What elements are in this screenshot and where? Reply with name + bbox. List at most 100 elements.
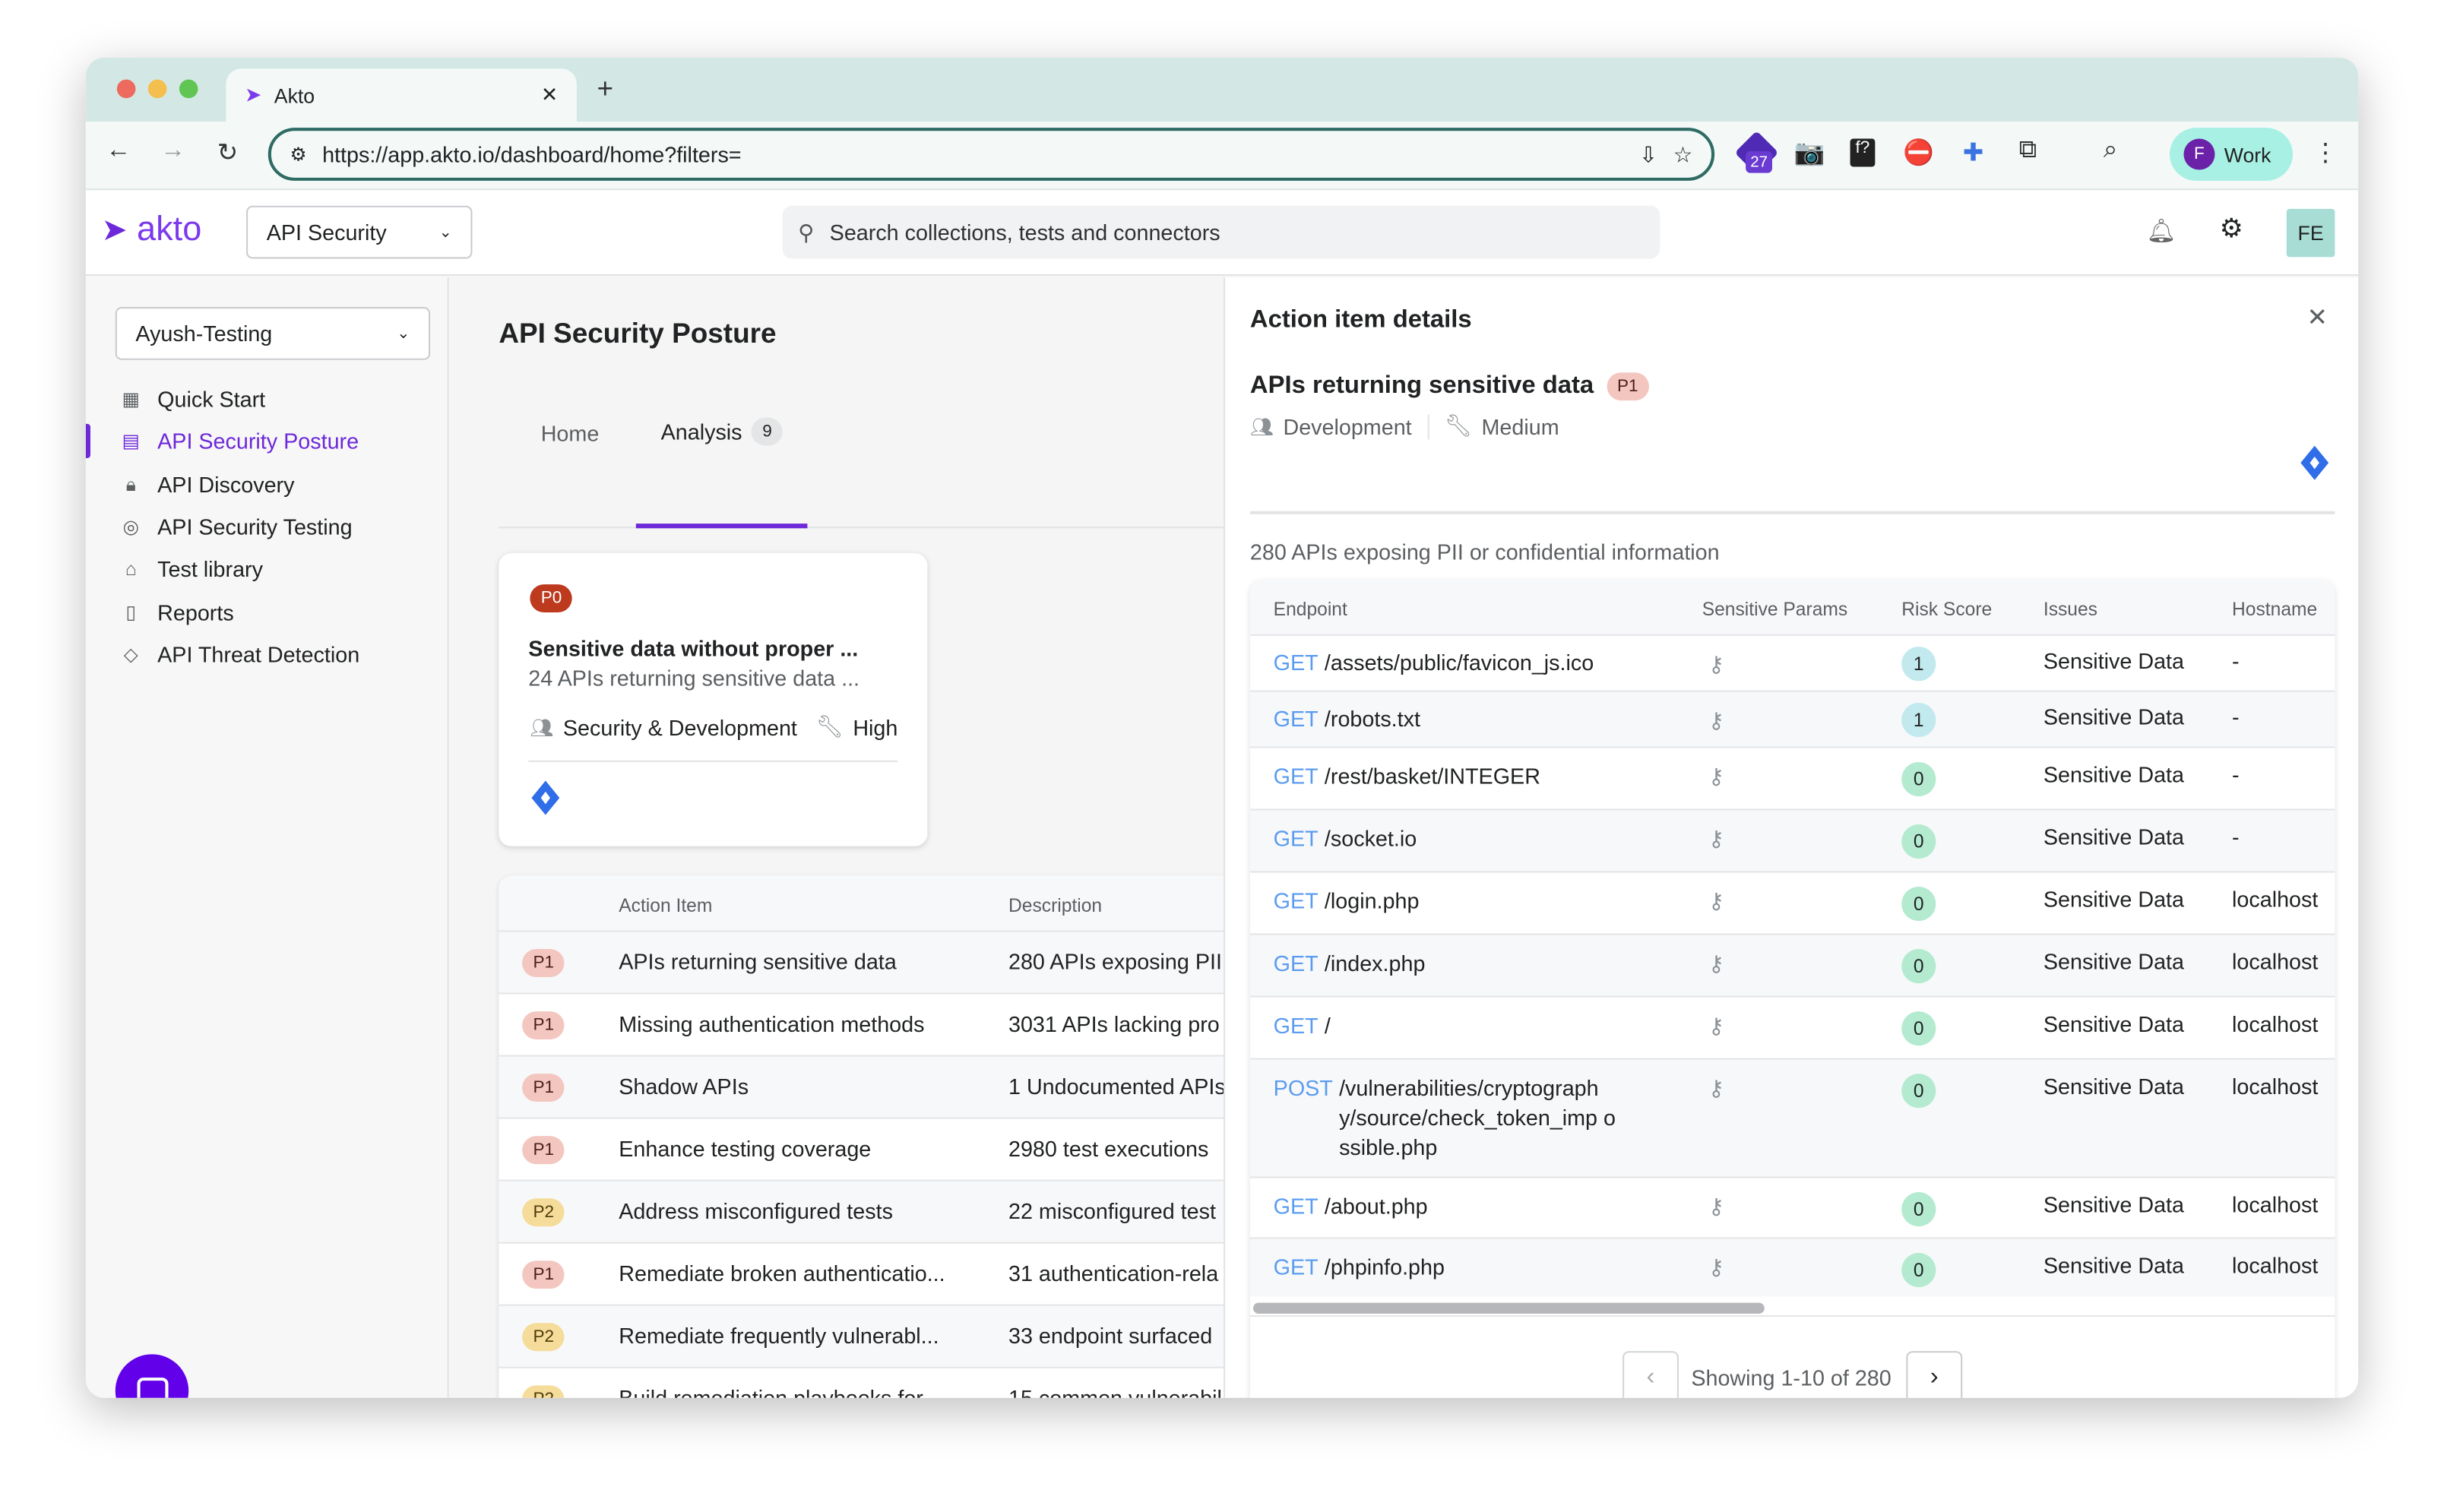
chevron-down-icon: ⌄	[438, 223, 452, 241]
tab-search-icon[interactable]: ⌕	[2093, 137, 2127, 165]
lock-icon: 🔒︎	[125, 473, 136, 495]
sidebar-item-quick-start[interactable]: ▦ Quick Start	[86, 378, 449, 419]
address-bar[interactable]: ⚙ https://app.akto.io/dashboard/home?fil…	[268, 128, 1715, 181]
sidebar-item-api-security-testing[interactable]: ◎ API Security Testing	[86, 507, 449, 547]
puzzle-extension-icon[interactable]: ✚	[1956, 137, 1990, 168]
endpoint-path[interactable]: /rest/basket/INTEGER	[1325, 762, 1605, 792]
sidebar-item-test-library[interactable]: ⌂ Test library	[86, 549, 449, 589]
key-icon: ⚷	[1708, 763, 1724, 789]
risk-score-badge: 0	[1901, 824, 1936, 859]
priority-badge: P2	[522, 1198, 565, 1227]
table-row[interactable]: P2 Remediate frequently vulnerabl... 33 …	[499, 1304, 1232, 1367]
action-card[interactable]: P0 Sensitive data without proper ... 24 …	[499, 553, 928, 846]
url-text: https://app.akto.io/dashboard/home?filte…	[322, 141, 742, 167]
column-header-action-item: Action Item	[619, 894, 713, 916]
bell-icon[interactable]: 🔔︎	[2146, 217, 2176, 245]
install-app-icon[interactable]: ⇩	[1639, 141, 1657, 168]
file-icon: ▯	[125, 601, 137, 624]
endpoint-path[interactable]: /about.php	[1325, 1192, 1605, 1222]
card-team: Security & Development	[562, 714, 797, 740]
tab-home[interactable]: Home	[541, 421, 600, 446]
issue-text: Sensitive Data	[2043, 887, 2185, 912]
sidebar-item-api-threat-detection[interactable]: ◇ API Threat Detection	[86, 634, 449, 675]
table-row[interactable]: GET/about.php ⚷ 0 Sensitive Data localho…	[1249, 1176, 2335, 1238]
column-header-description: Description	[1008, 894, 1103, 916]
hostname-text: -	[2232, 704, 2240, 729]
browser-menu-icon[interactable]: ⋮	[2309, 137, 2343, 168]
extensions-menu-icon[interactable]: ⧉	[2011, 137, 2045, 165]
tab-analysis[interactable]: Analysis 9	[661, 417, 784, 446]
table-row[interactable]: GET/phpinfo.php ⚷ 0 Sensitive Data local…	[1249, 1237, 2335, 1297]
endpoint-path[interactable]: /robots.txt	[1325, 704, 1605, 734]
table-row[interactable]: GET / ⚷ 0 Sensitive Data localhost	[1249, 995, 2335, 1058]
bookmark-star-icon[interactable]: ☆	[1673, 141, 1693, 168]
camera-extension-icon[interactable]: 📷	[1793, 137, 1827, 168]
horizontal-scrollbar[interactable]	[1253, 1302, 1765, 1314]
reload-button[interactable]: ↻	[211, 137, 245, 168]
table-row[interactable]: P1 Shadow APIs 1 Undocumented APIs	[499, 1055, 1232, 1118]
chevron-down-icon: ⌄	[397, 324, 410, 343]
table-row[interactable]: GET/index.php ⚷ 0 Sensitive Data localho…	[1249, 933, 2335, 996]
http-method: GET	[1273, 1013, 1319, 1038]
formula-extension-icon[interactable]: f?	[1850, 138, 1876, 167]
action-item-description: 22 misconfigured test	[1008, 1198, 1216, 1224]
sidebar-item-reports[interactable]: ▯ Reports	[86, 592, 449, 632]
endpoint-path[interactable]: /vulnerabilities/cryptograph y/source/ch…	[1339, 1074, 1619, 1162]
action-item-name: Remediate frequently vulnerabl...	[619, 1323, 939, 1349]
chat-support-button[interactable]	[115, 1354, 189, 1398]
table-row[interactable]: GET/robots.txt ⚷ 1 Sensitive Data -	[1249, 690, 2335, 747]
user-avatar[interactable]: FE	[2286, 208, 2335, 258]
risk-score-badge: 0	[1901, 887, 1936, 922]
key-icon: ⚷	[1708, 1075, 1724, 1101]
browser-tab[interactable]: ➤ Akto ✕	[226, 68, 577, 122]
main-content: API Security Posture Home Analysis 9 P0 …	[450, 277, 1232, 1398]
table-row[interactable]: GET/assets/public/favicon_js.ico ⚷ 1 Sen…	[1249, 634, 2335, 691]
table-row[interactable]: POST/vulnerabilities/cryptograph y/sourc…	[1249, 1058, 2335, 1177]
action-item-description: 1 Undocumented APIs	[1008, 1074, 1226, 1099]
previous-page-button[interactable]: ‹	[1622, 1351, 1679, 1398]
close-icon[interactable]: ✕	[2306, 302, 2327, 334]
new-tab-button[interactable]: +	[597, 73, 614, 106]
profile-button[interactable]: F Work	[2169, 128, 2294, 181]
jira-icon[interactable]	[2300, 445, 2329, 480]
endpoint-path[interactable]: /assets/public/favicon_js.ico	[1325, 648, 1605, 678]
akto-logo[interactable]: ➤ akto	[101, 209, 201, 249]
table-row[interactable]: GET/login.php ⚷ 0 Sensitive Data localho…	[1249, 871, 2335, 934]
table-row[interactable]: P1 APIs returning sensitive data 280 API…	[499, 930, 1232, 993]
table-row[interactable]: P1 Remediate broken authenticatio... 31 …	[499, 1242, 1232, 1305]
blocker-extension-icon[interactable]: ⛔	[1901, 137, 1936, 168]
close-window-button[interactable]	[116, 79, 136, 99]
back-button[interactable]: ←	[101, 137, 135, 165]
product-select[interactable]: API Security ⌄	[246, 205, 473, 259]
sidebar-item-api-security-posture[interactable]: ▤ API Security Posture	[85, 421, 449, 461]
http-method: GET	[1273, 650, 1319, 675]
endpoint-path[interactable]: /socket.io	[1325, 824, 1605, 854]
table-row[interactable]: P1 Enhance testing coverage 2980 test ex…	[499, 1117, 1232, 1180]
forward-button[interactable]: →	[156, 137, 190, 165]
hostname-text: localhost	[2232, 1192, 2319, 1217]
column-header-hostname: Hostname	[2232, 598, 2318, 621]
table-row[interactable]: P1 Missing authentication methods 3031 A…	[499, 992, 1232, 1055]
tabs-divider	[499, 527, 1224, 529]
team-icon: 👥︎	[530, 716, 554, 739]
table-row[interactable]: GET/rest/basket/INTEGER ⚷ 0 Sensitive Da…	[1249, 746, 2335, 808]
sidebar-item-api-discovery[interactable]: 🔒︎ API Discovery	[86, 464, 449, 505]
close-tab-icon[interactable]: ✕	[541, 83, 558, 108]
maximize-window-button[interactable]	[179, 79, 198, 99]
collection-select[interactable]: Ayush-Testing ⌄	[115, 307, 431, 360]
minimize-window-button[interactable]	[147, 79, 167, 99]
risk-score-badge: 0	[1901, 761, 1936, 797]
table-row[interactable]: P2 Address misconfigured tests 22 miscon…	[499, 1179, 1232, 1242]
jira-icon[interactable]	[531, 780, 560, 815]
gear-icon[interactable]: ⚙	[2220, 214, 2243, 245]
endpoint-path[interactable]: /phpinfo.php	[1325, 1253, 1605, 1283]
endpoint-path[interactable]: /index.php	[1325, 949, 1605, 979]
next-page-button[interactable]: ›	[1906, 1351, 1963, 1398]
key-icon: ⚷	[1708, 651, 1724, 677]
table-row[interactable]: GET/socket.io ⚷ 0 Sensitive Data -	[1249, 808, 2335, 871]
endpoint-path[interactable]: /login.php	[1325, 887, 1605, 916]
search-input[interactable]: ⚲ Search collections, tests and connecto…	[782, 205, 1660, 259]
site-settings-icon[interactable]: ⚙	[290, 144, 306, 166]
table-row[interactable]: P2 Build remediation playbooks for ... 1…	[499, 1366, 1232, 1398]
endpoint-path[interactable]: /	[1325, 1011, 1605, 1041]
